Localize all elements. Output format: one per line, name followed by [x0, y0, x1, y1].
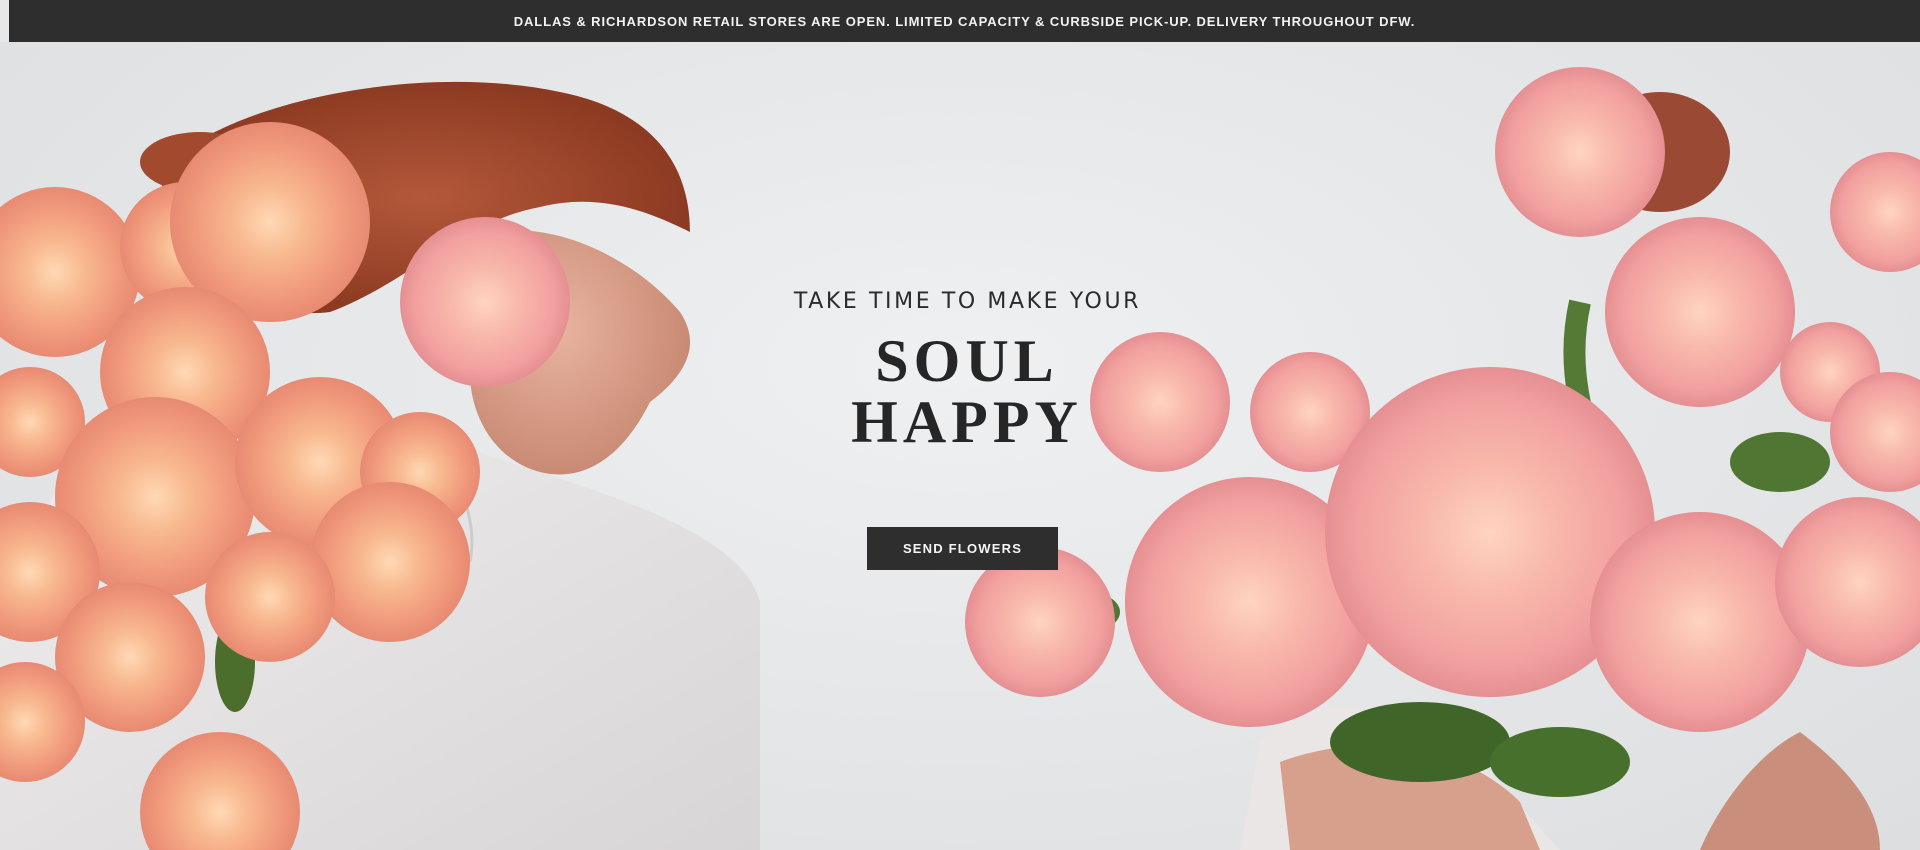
announcement-bar: DALLAS & RICHARDSON RETAIL STORES ARE OP… — [9, 0, 1920, 42]
announcement-text: DALLAS & RICHARDSON RETAIL STORES ARE OP… — [513, 13, 1416, 29]
hero-photo-roses — [0, 67, 1920, 850]
hero-banner: TAKE TIME TO MAKE YOUR SOUL HAPPY SEND F… — [0, 42, 1920, 850]
send-flowers-button[interactable]: SEND FLOWERS — [867, 527, 1058, 570]
